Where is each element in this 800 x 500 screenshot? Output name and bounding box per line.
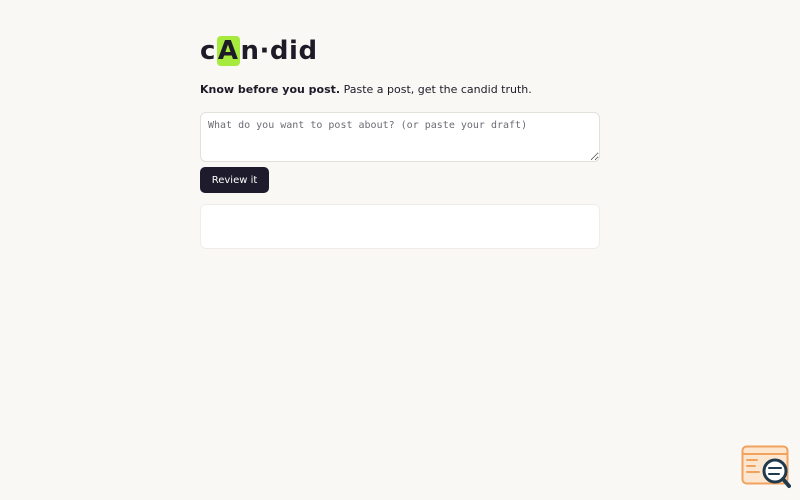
page: c An·did Know before you post. Paste a po… xyxy=(0,0,800,500)
tagline: Know before you post. Paste a post, get … xyxy=(200,82,600,98)
review-result-panel xyxy=(200,204,600,249)
logo-suffix: n·did xyxy=(240,36,318,66)
review-button[interactable]: Review it xyxy=(200,167,269,193)
tagline-text: Paste a post, get the candid truth. xyxy=(340,83,532,96)
logo-highlight: A xyxy=(216,36,240,66)
post-draft-input[interactable] xyxy=(200,112,600,162)
logo-prefix: c xyxy=(200,36,216,66)
search-window-icon[interactable] xyxy=(741,445,791,489)
app-logo: c An·did xyxy=(200,34,600,68)
main-column: c An·did Know before you post. Paste a po… xyxy=(200,34,600,249)
search-window-icon-graphic xyxy=(741,445,791,488)
tagline-bold: Know before you post. xyxy=(200,83,341,96)
